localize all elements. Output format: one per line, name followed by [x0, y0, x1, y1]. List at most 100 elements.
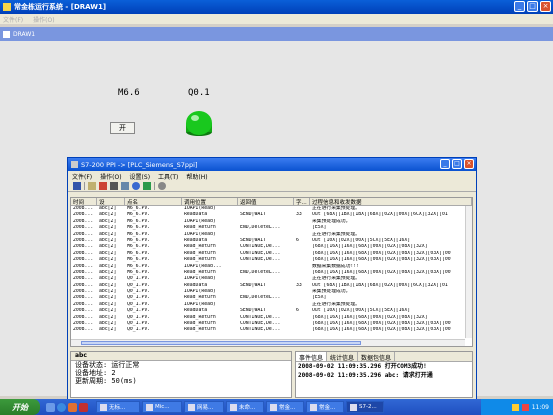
disconnect-icon[interactable] [99, 182, 107, 190]
clock[interactable]: 11:09 [532, 404, 549, 411]
menu-file[interactable]: 文件(F) [3, 15, 23, 24]
log-table: 时间 设 点名 调用位置 返回值 字... 过程信息和收发数据 2008... a… [70, 197, 473, 347]
start-button[interactable]: 开 [110, 122, 135, 134]
monitor-icon[interactable] [158, 182, 166, 190]
dialog-menubar: 文件(F) 操作(O) 设置(S) 工具(T) 帮助(H) [68, 171, 476, 181]
task-label: 常金... [319, 405, 336, 411]
taskbar-task[interactable]: 网易... [184, 401, 224, 413]
taskbar-task[interactable]: 无标... [96, 401, 140, 413]
app-icon-quick[interactable] [79, 402, 88, 412]
col-return[interactable]: 返回值 [238, 198, 294, 205]
dialog-title: S7-200 PPI -> [PLC_Siemens_S7ppi] [81, 160, 198, 169]
table-row[interactable]: 2008... abc[2] Q0_1.PV. Read_Return CONTINUE… [71, 327, 472, 333]
taskbar-task[interactable]: Mic... [142, 401, 182, 413]
taskbar-task[interactable]: 常金... [266, 401, 304, 413]
system-tray: 11:09 [481, 399, 553, 415]
tab-stats[interactable]: 统计信息 [327, 352, 359, 362]
tray-icon[interactable] [511, 403, 519, 411]
table-cell: [68X][16X][16X][68X][00X][02X][08X][32X]… [312, 327, 451, 333]
browser-icon[interactable] [57, 402, 66, 412]
dialog-maximize-button[interactable]: □ [452, 159, 462, 169]
task-label: 未命... [239, 405, 256, 411]
table-cell: abc[2] [99, 327, 117, 333]
log-vertical-scrollbar[interactable] [465, 206, 472, 338]
app-titlebar: 常金栋运行系统 - [DRAW1] _ □ × [0, 0, 553, 14]
col-bytes[interactable]: 字... [294, 198, 310, 205]
task-icon [188, 403, 195, 411]
toolbar-separator [84, 182, 85, 190]
table-cell [294, 327, 310, 333]
media-icon[interactable] [68, 402, 77, 412]
label-q01: Q0.1 [188, 88, 210, 98]
col-call[interactable]: 调用位置 [182, 198, 238, 205]
table-cell: Read_Return [184, 327, 216, 333]
desktop-icon[interactable] [46, 402, 55, 412]
dmenu-tools[interactable]: 工具(T) [158, 172, 178, 181]
task-label: 无标... [109, 405, 126, 411]
table-cell: CONTINUE,De... [240, 327, 281, 333]
dialog-titlebar: S7-200 PPI -> [PLC_Siemens_S7ppi] _ □ × [68, 158, 476, 171]
menu-operate[interactable]: 操作(O) [33, 15, 54, 24]
mdi-titlebar: DRAW1 [0, 27, 553, 41]
log-table-header: 时间 设 点名 调用位置 返回值 字... 过程信息和收发数据 [71, 198, 472, 206]
task-icon [350, 403, 357, 411]
taskbar-task[interactable]: 常金... [306, 401, 344, 413]
taskbar: 开始 无标... Mic... 网易... 未命... 常金... 常金... S7-2..… [0, 399, 553, 415]
tray-icon[interactable] [521, 403, 529, 411]
tab-packets[interactable]: 数据包信息 [358, 352, 396, 362]
dialog-minimize-button[interactable]: _ [440, 159, 450, 169]
minimize-button[interactable]: _ [514, 1, 525, 12]
task-icon [146, 403, 153, 411]
col-device[interactable]: 设 [97, 198, 125, 205]
log-rows: 2008... abc[2] M6_6.PV. IOAPI(Read) 正在进行采集预处… [71, 206, 472, 334]
doc-icon [3, 30, 10, 38]
task-list: 无标... Mic... 网易... 未命... 常金... 常金... S7-2... [96, 401, 384, 413]
maximize-button[interactable]: □ [527, 1, 538, 12]
list-icon[interactable] [121, 182, 129, 190]
dmenu-operate[interactable]: 操作(O) [100, 172, 121, 181]
ppi-dialog: S7-200 PPI -> [PLC_Siemens_S7ppi] _ □ × … [67, 157, 477, 400]
pause-icon[interactable] [110, 182, 118, 190]
col-time[interactable]: 时间 [71, 198, 97, 205]
tab-events[interactable]: 事件信息 [296, 352, 328, 362]
app-title: 常金栋运行系统 - [DRAW1] [14, 3, 107, 11]
log-horizontal-scrollbar[interactable] [71, 339, 465, 346]
lamp-indicator [185, 109, 213, 136]
taskbar-task[interactable]: 未命... [226, 401, 264, 413]
task-label: S7-2... [359, 404, 377, 410]
info-tabs: 事件信息 统计信息 数据包信息 [296, 352, 472, 362]
event-line: 2008-09-02 11:09:35.296 abc: 请求打开通 [298, 372, 433, 379]
col-process[interactable]: 过程信息和收发数据 [310, 198, 472, 205]
zoom-icon[interactable] [132, 182, 140, 190]
dialog-icon [71, 161, 78, 168]
task-icon [310, 403, 317, 411]
info-panel: 事件信息 统计信息 数据包信息 2008-09-02 11:09:35.296 … [295, 351, 473, 398]
task-label: 常金... [279, 405, 296, 411]
task-label: 网易... [197, 405, 214, 411]
dialog-close-button[interactable]: × [464, 159, 474, 169]
close-button[interactable]: × [540, 1, 551, 12]
app-menubar: 文件(F) 操作(O) [0, 14, 553, 24]
col-point[interactable]: 点名 [125, 198, 182, 205]
mdi-title: DRAW1 [13, 30, 36, 38]
dmenu-settings[interactable]: 设置(S) [130, 172, 151, 181]
connect-icon[interactable] [88, 182, 96, 190]
task-icon [230, 403, 237, 411]
toolbar-separator [154, 182, 155, 190]
label-m66: M6.6 [118, 88, 140, 98]
app-icon [3, 3, 11, 11]
task-icon [100, 403, 107, 411]
dmenu-help[interactable]: 帮助(H) [186, 172, 207, 181]
quick-launch [46, 402, 88, 412]
scroll-thumb[interactable] [81, 341, 361, 345]
save-icon[interactable] [73, 182, 81, 190]
dialog-toolbar [68, 181, 476, 192]
device-address: 设备地址: 2 [75, 369, 116, 377]
panel-splitter[interactable] [70, 347, 473, 350]
run-icon[interactable] [143, 182, 151, 190]
update-period: 更新周期: 50(ms) [75, 377, 137, 385]
task-label: Mic... [155, 404, 170, 410]
dmenu-file[interactable]: 文件(F) [72, 172, 92, 181]
start-button-taskbar[interactable]: 开始 [0, 399, 40, 415]
taskbar-task[interactable]: S7-2... [346, 401, 384, 413]
